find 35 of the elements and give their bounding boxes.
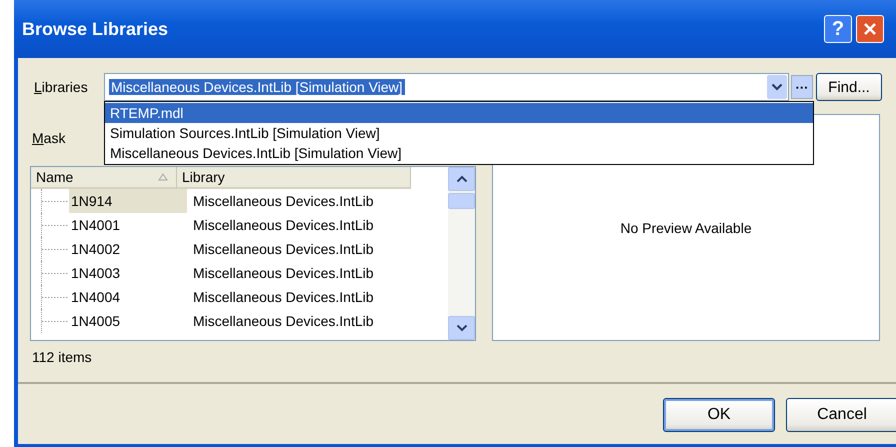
table-cell[interactable]: 1N914 xyxy=(69,189,187,213)
column-header[interactable]: Name xyxy=(31,167,177,189)
dialog-button[interactable]: Cancel xyxy=(786,398,896,432)
scrollbar[interactable] xyxy=(448,167,475,340)
combo-value: Miscellaneous Devices.IntLib [Simulation View] xyxy=(109,79,405,95)
mask-label: Mask xyxy=(32,130,66,146)
help-button[interactable]: ? xyxy=(824,15,852,43)
table-cell: Miscellaneous Devices.IntLib xyxy=(193,313,374,329)
table-cell[interactable]: 1N4003 xyxy=(69,261,187,285)
dialog-button[interactable]: OK xyxy=(663,398,775,432)
close-button[interactable] xyxy=(856,15,884,43)
dropdown-option[interactable]: Miscellaneous Devices.IntLib [Simulation View] xyxy=(105,143,813,163)
item-count: 112 items xyxy=(32,349,93,365)
table-cell[interactable]: 1N4004 xyxy=(69,285,187,309)
browse-button[interactable]: ··· xyxy=(791,75,813,99)
table-cell[interactable]: 1N4001 xyxy=(69,213,187,237)
chevron-up-icon xyxy=(456,175,468,183)
scrollbar-thumb[interactable] xyxy=(448,193,475,209)
dropdown-option[interactable]: RTEMP.mdl xyxy=(105,103,813,123)
libraries-label: Libraries xyxy=(34,79,89,95)
table-cell: Miscellaneous Devices.IntLib xyxy=(193,289,374,305)
table-cell: Miscellaneous Devices.IntLib xyxy=(193,241,374,257)
preview-message: No Preview Available xyxy=(620,220,752,236)
table-cell: Miscellaneous Devices.IntLib xyxy=(193,193,374,209)
dropdown-option[interactable]: Simulation Sources.IntLib [Simulation View] xyxy=(105,123,813,143)
table-cell: Miscellaneous Devices.IntLib xyxy=(193,217,374,233)
window-title: Browse Libraries xyxy=(22,18,168,40)
column-header[interactable]: Library xyxy=(177,167,411,189)
table-cell[interactable]: 1N4002 xyxy=(69,237,187,261)
table-cell: Miscellaneous Devices.IntLib xyxy=(193,265,374,281)
chevron-down-icon xyxy=(771,82,783,92)
find-button[interactable]: Find... xyxy=(816,73,882,101)
close-icon xyxy=(862,21,878,37)
chevron-down-icon xyxy=(456,324,468,332)
table-cell[interactable]: 1N4005 xyxy=(69,309,187,333)
